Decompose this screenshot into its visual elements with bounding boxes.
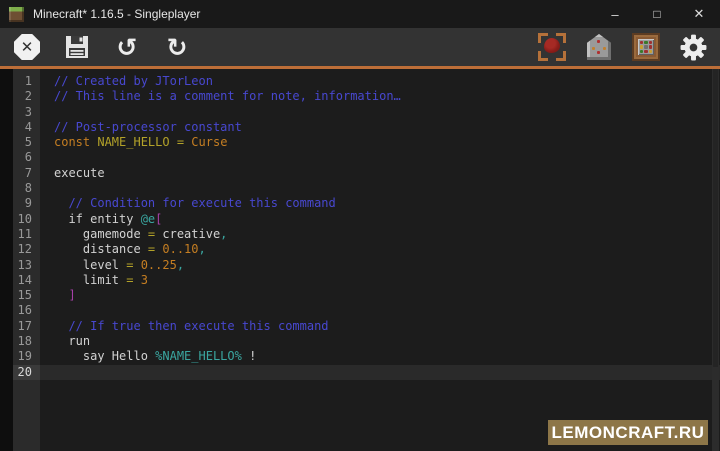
line-number: 9 xyxy=(0,196,40,211)
code-text: const NAME_HELLO = Curse xyxy=(40,135,720,150)
toolbar-left-group: ✕ ↺ ↻ xyxy=(12,32,192,62)
title-bar: Minecraft* 1.16.5 - Singleplayer – □ ✕ xyxy=(0,0,720,28)
line-number: 11 xyxy=(0,227,40,242)
vertical-scrollbar[interactable] xyxy=(712,69,719,451)
line-number: 18 xyxy=(0,334,40,349)
code-text xyxy=(40,150,720,165)
code-line[interactable]: 16 xyxy=(0,303,720,318)
line-number: 20 xyxy=(0,365,40,380)
code-text: say Hello %NAME_HELLO% ! xyxy=(40,349,720,364)
code-line[interactable]: 4// Post-processor constant xyxy=(0,120,720,135)
line-number: 17 xyxy=(0,319,40,334)
code-line[interactable]: 13 level = 0..25, xyxy=(0,258,720,273)
code-line[interactable]: 3 xyxy=(0,105,720,120)
save-button[interactable] xyxy=(62,32,92,62)
code-text: distance = 0..10, xyxy=(40,242,720,257)
house-icon xyxy=(587,34,611,60)
line-number: 13 xyxy=(0,258,40,273)
minimize-button[interactable]: – xyxy=(594,0,636,28)
crafting-gui-button[interactable] xyxy=(631,32,661,62)
code-text xyxy=(40,105,720,120)
code-text xyxy=(40,181,720,196)
crafting-table-icon xyxy=(632,33,660,61)
code-text: level = 0..25, xyxy=(40,258,720,273)
close-icon: ✕ xyxy=(694,6,705,22)
octagon-x-icon: ✕ xyxy=(14,34,40,60)
grass-block-icon xyxy=(9,7,24,22)
line-number: 6 xyxy=(0,150,40,165)
close-button[interactable]: ✕ xyxy=(678,0,720,28)
floppy-save-icon xyxy=(64,34,90,60)
code-text: gamemode = creative, xyxy=(40,227,720,242)
redo-button[interactable]: ↻ xyxy=(162,32,192,62)
code-line[interactable]: 10 if entity @e[ xyxy=(0,212,720,227)
gear-icon xyxy=(680,34,707,61)
code-line[interactable]: 7execute xyxy=(0,166,720,181)
toolbar-right-group xyxy=(537,32,708,62)
code-lines: 1// Created by JTorLeon2// This line is … xyxy=(0,74,720,380)
code-text: // This line is a comment for note, info… xyxy=(40,89,720,104)
code-text: // Post-processor constant xyxy=(40,120,720,135)
code-text: // If true then execute this command xyxy=(40,319,720,334)
code-line[interactable]: 14 limit = 3 xyxy=(0,273,720,288)
structure-home-button[interactable] xyxy=(584,32,614,62)
line-number: 19 xyxy=(0,349,40,364)
line-number: 10 xyxy=(0,212,40,227)
redo-arrow-icon: ↻ xyxy=(167,35,188,60)
code-text xyxy=(40,303,720,318)
maximize-icon: □ xyxy=(653,7,660,21)
code-line[interactable]: 5const NAME_HELLO = Curse xyxy=(0,135,720,150)
maximize-button[interactable]: □ xyxy=(636,0,678,28)
code-line[interactable]: 1// Created by JTorLeon xyxy=(0,74,720,89)
line-number: 15 xyxy=(0,288,40,303)
toolbar: ✕ ↺ ↻ xyxy=(0,28,720,69)
code-line[interactable]: 9 // Condition for execute this command xyxy=(0,196,720,211)
scrollbar-thumb[interactable] xyxy=(713,69,718,367)
redstone-selection-button[interactable] xyxy=(537,32,567,62)
undo-button[interactable]: ↺ xyxy=(112,32,142,62)
minecraft-editor-window: Minecraft* 1.16.5 - Singleplayer – □ ✕ ✕ xyxy=(0,0,720,451)
redstone-selection-icon xyxy=(538,33,566,61)
code-text: // Condition for execute this command xyxy=(40,196,720,211)
code-line[interactable]: 18 run xyxy=(0,334,720,349)
code-line[interactable]: 11 gamemode = creative, xyxy=(0,227,720,242)
code-line[interactable]: 20 xyxy=(0,365,720,380)
watermark-badge: LEMONCRAFT.RU xyxy=(548,420,708,445)
line-number: 8 xyxy=(0,181,40,196)
code-text: ] xyxy=(40,288,720,303)
line-number: 7 xyxy=(0,166,40,181)
line-number: 16 xyxy=(0,303,40,318)
minimize-icon: – xyxy=(611,7,618,22)
close-file-button[interactable]: ✕ xyxy=(12,32,42,62)
code-line[interactable]: 2// This line is a comment for note, inf… xyxy=(0,89,720,104)
line-number: 5 xyxy=(0,135,40,150)
code-text: run xyxy=(40,334,720,349)
code-text: if entity @e[ xyxy=(40,212,720,227)
line-number: 3 xyxy=(0,105,40,120)
code-text: // Created by JTorLeon xyxy=(40,74,720,89)
code-line[interactable]: 19 say Hello %NAME_HELLO% ! xyxy=(0,349,720,364)
code-text: limit = 3 xyxy=(40,273,720,288)
line-number: 14 xyxy=(0,273,40,288)
code-line[interactable]: 6 xyxy=(0,150,720,165)
line-number: 4 xyxy=(0,120,40,135)
line-number: 12 xyxy=(0,242,40,257)
window-title: Minecraft* 1.16.5 - Singleplayer xyxy=(33,7,200,21)
watermark-text: LEMONCRAFT.RU xyxy=(552,423,705,443)
code-line[interactable]: 15 ] xyxy=(0,288,720,303)
code-text xyxy=(40,365,720,380)
undo-arrow-icon: ↺ xyxy=(117,35,138,60)
line-number: 1 xyxy=(0,74,40,89)
line-number: 2 xyxy=(0,89,40,104)
code-line[interactable]: 12 distance = 0..10, xyxy=(0,242,720,257)
settings-button[interactable] xyxy=(678,32,708,62)
code-line[interactable]: 17 // If true then execute this command xyxy=(0,319,720,334)
code-editor[interactable]: 1// Created by JTorLeon2// This line is … xyxy=(0,69,720,451)
code-text: execute xyxy=(40,166,720,181)
code-line[interactable]: 8 xyxy=(0,181,720,196)
